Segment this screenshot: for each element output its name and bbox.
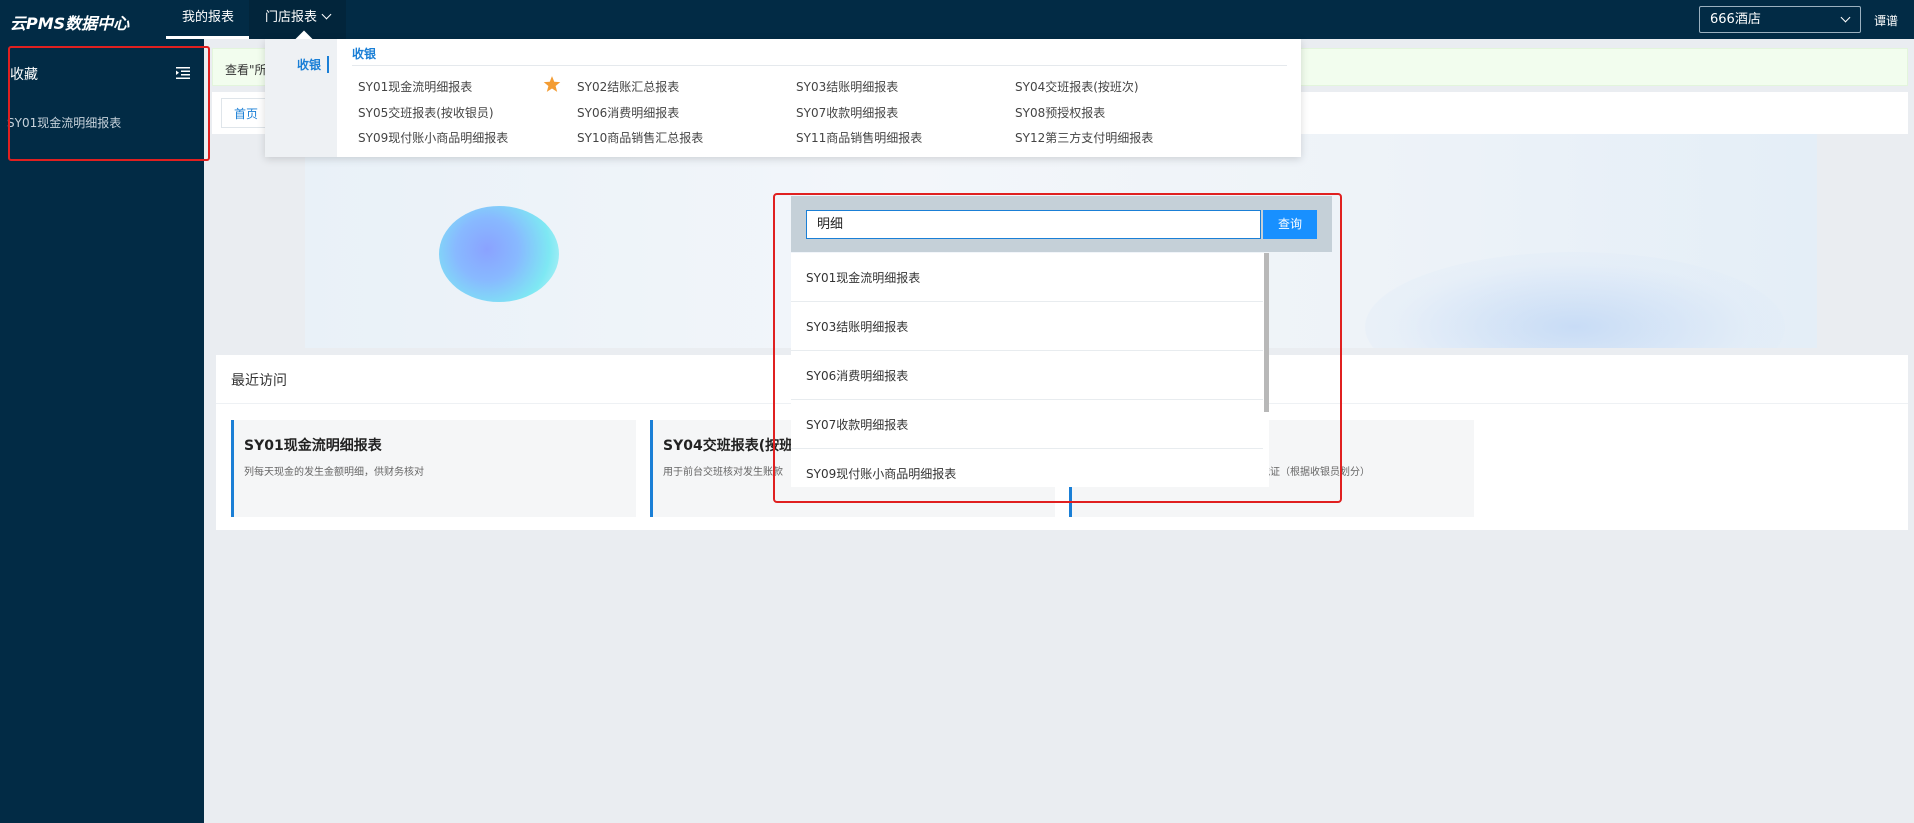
category-sidebar: 收银 bbox=[265, 39, 337, 157]
menu-item-sy02[interactable]: SY02结账汇总报表 bbox=[577, 78, 679, 95]
top-navbar: 云PMS数据中心 我的报表 门店报表 666酒店 谭谱 bbox=[0, 0, 1914, 39]
recent-card-sy01[interactable]: SY01现金流明细报表 列每天现金的发生金额明细，供财务核对 bbox=[231, 420, 636, 517]
menu-item-sy08[interactable]: SY08预授权报表 bbox=[1015, 104, 1105, 121]
nav-my-reports[interactable]: 我的报表 bbox=[166, 0, 251, 39]
store-reports-dropdown: 收银 收银 SY01现金流明细报表 SY02结账汇总报表 SY03结账明细报表 … bbox=[265, 39, 1301, 157]
menu-item-sy10[interactable]: SY10商品销售汇总报表 bbox=[577, 129, 703, 146]
recent-visits-title: 最近访问 bbox=[231, 373, 287, 389]
menu-item-sy07[interactable]: SY07收款明细报表 bbox=[796, 104, 898, 121]
category-heading: 收银 bbox=[352, 47, 377, 61]
category-cashier[interactable]: 收银 bbox=[297, 56, 330, 73]
divider bbox=[352, 65, 1287, 66]
card-desc: 用于前台交班核对发生账款 bbox=[663, 467, 783, 478]
card-title: SY01现金流明细报表 bbox=[244, 438, 382, 454]
app-logo: 云PMS数据中心 bbox=[10, 14, 130, 33]
menu-item-sy11[interactable]: SY11商品销售明细报表 bbox=[796, 129, 922, 146]
chevron-down-icon bbox=[1840, 12, 1851, 23]
menu-item-sy04[interactable]: SY04交班报表(按班次) bbox=[1015, 78, 1139, 95]
banner-glow bbox=[1365, 252, 1785, 348]
hotel-select-value: 666酒店 bbox=[1710, 12, 1761, 27]
menu-item-sy05[interactable]: SY05交班报表(按收银员) bbox=[358, 104, 494, 121]
hotel-select[interactable]: 666酒店 bbox=[1699, 6, 1861, 33]
user-menu[interactable]: 谭谱 bbox=[1874, 12, 1898, 29]
tab-home[interactable]: 首页 bbox=[221, 98, 272, 128]
card-desc: 列每天现金的发生金额明细，供财务核对 bbox=[244, 467, 424, 478]
star-icon[interactable] bbox=[543, 75, 561, 93]
menu-item-sy06[interactable]: SY06消费明细报表 bbox=[577, 104, 679, 121]
menu-item-sy01[interactable]: SY01现金流明细报表 bbox=[358, 78, 472, 95]
menu-item-sy03[interactable]: SY03结账明细报表 bbox=[796, 78, 898, 95]
menu-item-sy12[interactable]: SY12第三方支付明细报表 bbox=[1015, 129, 1153, 146]
menu-item-sy09[interactable]: SY09现付账小商品明细报表 bbox=[358, 129, 508, 146]
nav-store-reports[interactable]: 门店报表 bbox=[249, 0, 347, 39]
banner-orb bbox=[439, 206, 559, 302]
notice-text: 查看"所 bbox=[225, 63, 267, 77]
highlight-box-search bbox=[773, 193, 1342, 503]
highlight-box-favorites bbox=[8, 46, 210, 161]
chevron-down-icon bbox=[321, 9, 332, 20]
nav-store-reports-label: 门店报表 bbox=[265, 10, 318, 25]
